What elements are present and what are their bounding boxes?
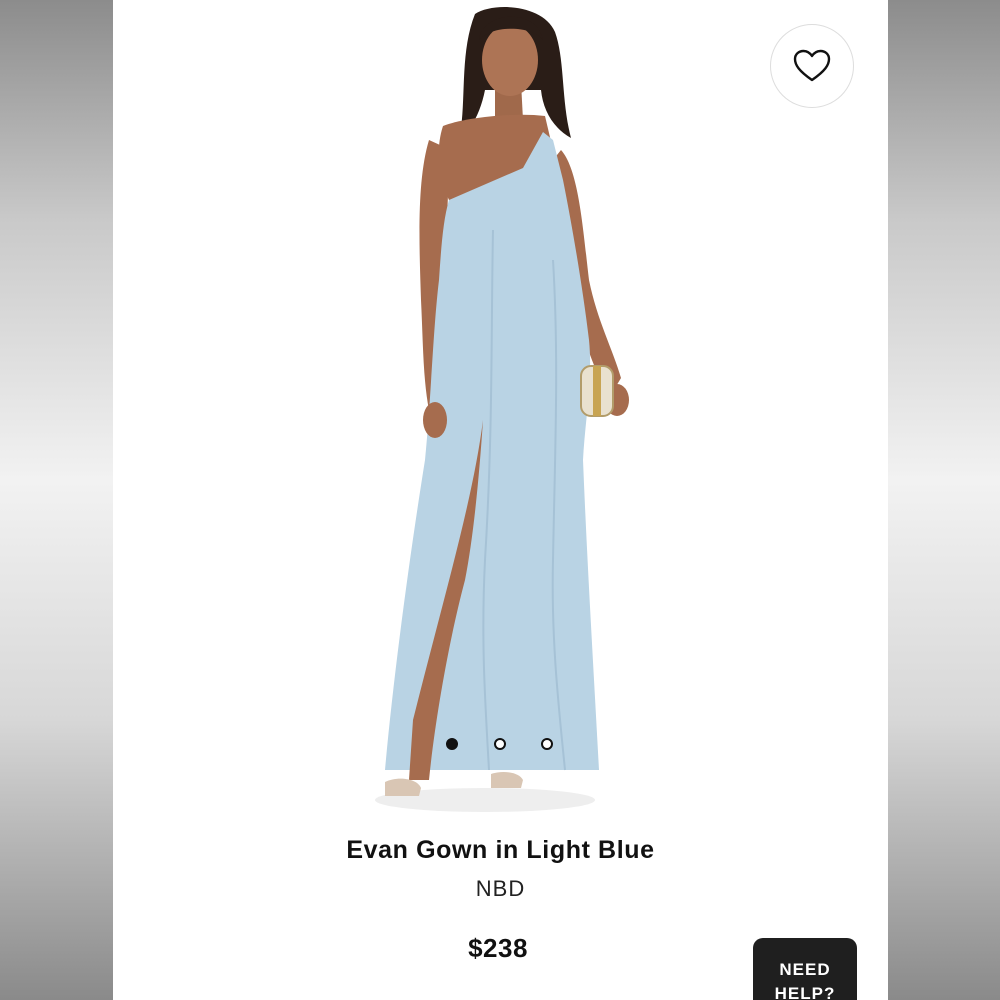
screenshot-frame: Evan Gown in Light Blue NBD $238 NEED HE… [0, 0, 1000, 1000]
blurred-background-left [0, 0, 113, 1000]
product-brand[interactable]: NBD [113, 876, 888, 902]
blurred-background-right [888, 0, 1000, 1000]
carousel-dot-2[interactable] [494, 738, 506, 750]
product-title: Evan Gown in Light Blue [346, 836, 655, 864]
carousel-dot-1[interactable] [446, 738, 458, 750]
product-page: Evan Gown in Light Blue NBD $238 NEED HE… [113, 0, 888, 1000]
product-image[interactable] [113, 0, 888, 820]
image-carousel-indicator [113, 738, 888, 754]
heart-outline-icon [793, 49, 831, 82]
favorite-button[interactable] [770, 24, 854, 108]
need-help-button[interactable]: NEED HELP? [753, 938, 857, 1000]
carousel-dot-3[interactable] [541, 738, 553, 750]
